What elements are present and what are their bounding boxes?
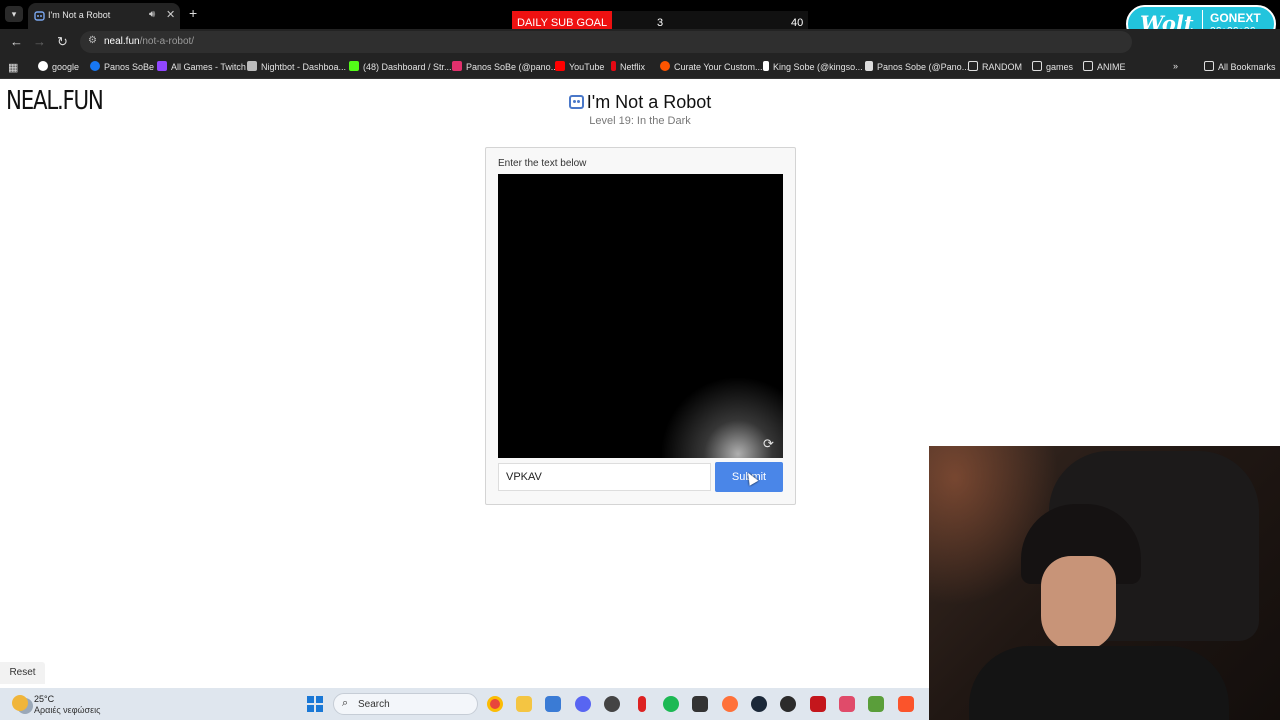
bookmark-item[interactable]: YouTube	[555, 61, 604, 72]
bookmark-item[interactable]: Netflix	[611, 61, 645, 72]
weather-condition: Αραιές νεφώσεις	[34, 705, 101, 715]
taskbar-search[interactable]: ⌕ Search	[333, 693, 478, 715]
netflix-icon	[611, 61, 616, 71]
wolt-code: GONEXT	[1210, 11, 1261, 25]
google-icon	[38, 61, 48, 71]
bookmark-folder[interactable]: games	[1032, 61, 1073, 72]
captcha-answer-input[interactable]	[498, 463, 711, 491]
apps-grid-icon[interactable]: ▦	[8, 61, 18, 74]
address-bar[interactable]: ⚙ neal.fun/not-a-robot/	[80, 31, 1132, 53]
bookmark-item[interactable]: All Games - Twitch	[157, 61, 246, 72]
bookmark-item[interactable]: Panos Sobe (@Pano...	[865, 61, 969, 72]
close-tab-icon[interactable]: ✕	[166, 8, 175, 21]
discord-icon[interactable]	[575, 696, 591, 712]
tab-title: I'm Not a Robot	[48, 10, 111, 20]
dark-captcha-image[interactable]: ⟳	[498, 174, 783, 458]
app-pink-icon[interactable]	[839, 696, 855, 712]
chrome-icon[interactable]	[487, 696, 503, 712]
bookmark-item[interactable]: Panos SoBe	[90, 61, 154, 72]
bookmark-item[interactable]: Panos SoBe (@pano...	[452, 61, 558, 72]
brave-icon[interactable]	[898, 696, 914, 712]
steam-icon[interactable]	[751, 696, 767, 712]
crunchyroll-icon	[660, 61, 670, 71]
bookmark-item[interactable]: King Sobe (@kingso...	[763, 61, 863, 72]
back-icon[interactable]: ←	[10, 34, 23, 49]
spotify-icon[interactable]	[663, 696, 679, 712]
bookmarks-bar: ▦ google Panos SoBe All Games - Twitch N…	[0, 55, 1280, 79]
youtube-icon	[555, 61, 565, 71]
streamer-face	[1041, 556, 1116, 651]
obs-icon[interactable]	[604, 696, 620, 712]
x-icon	[865, 61, 873, 71]
page-title: I'm Not a Robot	[0, 92, 1280, 113]
app-red-icon[interactable]	[810, 696, 826, 712]
forward-icon[interactable]: →	[33, 34, 46, 49]
firefox-icon[interactable]	[722, 696, 738, 712]
folder-icon	[1083, 61, 1093, 71]
search-icon: ⌕	[342, 697, 349, 709]
bookmark-item[interactable]: (48) Dashboard / Str...	[349, 61, 452, 72]
folder-icon	[1032, 61, 1042, 71]
nightbot-icon	[247, 61, 257, 71]
captcha-card: Enter the text below ⟳ Submit	[485, 147, 796, 505]
instagram-icon	[452, 61, 462, 71]
folder-icon	[968, 61, 978, 71]
red-app-icon[interactable]	[638, 696, 646, 712]
bookmark-item[interactable]: google	[38, 61, 79, 72]
bm-icon[interactable]	[692, 696, 708, 712]
new-tab-button[interactable]: +	[189, 5, 197, 21]
windows-start-icon[interactable]	[307, 696, 324, 713]
tab-search-dropdown[interactable]: ▾	[5, 6, 23, 22]
windows-taskbar: 25°C Αραιές νεφώσεις ⌕ Search	[0, 688, 929, 720]
robot-icon	[568, 95, 584, 109]
minecraft-icon[interactable]	[868, 696, 884, 712]
robot-favicon-icon	[34, 11, 45, 21]
reload-icon[interactable]: ↻	[57, 34, 68, 50]
browser-toolbar: ← → ↻ ⚙ neal.fun/not-a-robot/	[0, 29, 1280, 55]
facebook-icon	[90, 61, 100, 71]
page-title-text: I'm Not a Robot	[586, 92, 712, 112]
speaker-icon[interactable]: 🔊︎	[149, 9, 155, 20]
address-url: neal.fun/not-a-robot/	[104, 36, 195, 47]
bookmarks-overflow-icon[interactable]: »	[1173, 61, 1178, 71]
all-bookmarks-folder[interactable]: All Bookmarks	[1204, 61, 1276, 72]
webcam-overlay	[929, 446, 1280, 720]
weather-icon[interactable]	[12, 695, 28, 711]
captcha-instruction: Enter the text below	[498, 158, 587, 169]
twitch-icon	[157, 61, 167, 71]
level-subtitle: Level 19: In the Dark	[589, 115, 691, 127]
taskbar-search-label: Search	[358, 699, 390, 710]
bookmark-item[interactable]: Curate Your Custom...	[660, 61, 763, 72]
site-info-icon[interactable]: ⚙	[88, 35, 97, 46]
4k-icon[interactable]	[780, 696, 796, 712]
store-icon[interactable]	[545, 696, 561, 712]
folder-icon	[1204, 61, 1214, 71]
bookmark-folder[interactable]: RANDOM	[968, 61, 1022, 72]
refresh-icon[interactable]: ⟳	[763, 437, 777, 451]
kick-icon	[349, 61, 359, 71]
bookmark-folder[interactable]: ANIME	[1083, 61, 1126, 72]
files-icon[interactable]	[516, 696, 532, 712]
tab-active[interactable]: I'm Not a Robot 🔊︎ ✕	[28, 3, 180, 29]
streamer-shirt	[969, 646, 1229, 720]
tiktok-icon	[763, 61, 769, 71]
bookmark-item[interactable]: Nightbot - Dashboa...	[247, 61, 346, 72]
reset-button[interactable]: Reset	[0, 662, 45, 684]
weather-temperature: 25°C	[34, 694, 55, 704]
